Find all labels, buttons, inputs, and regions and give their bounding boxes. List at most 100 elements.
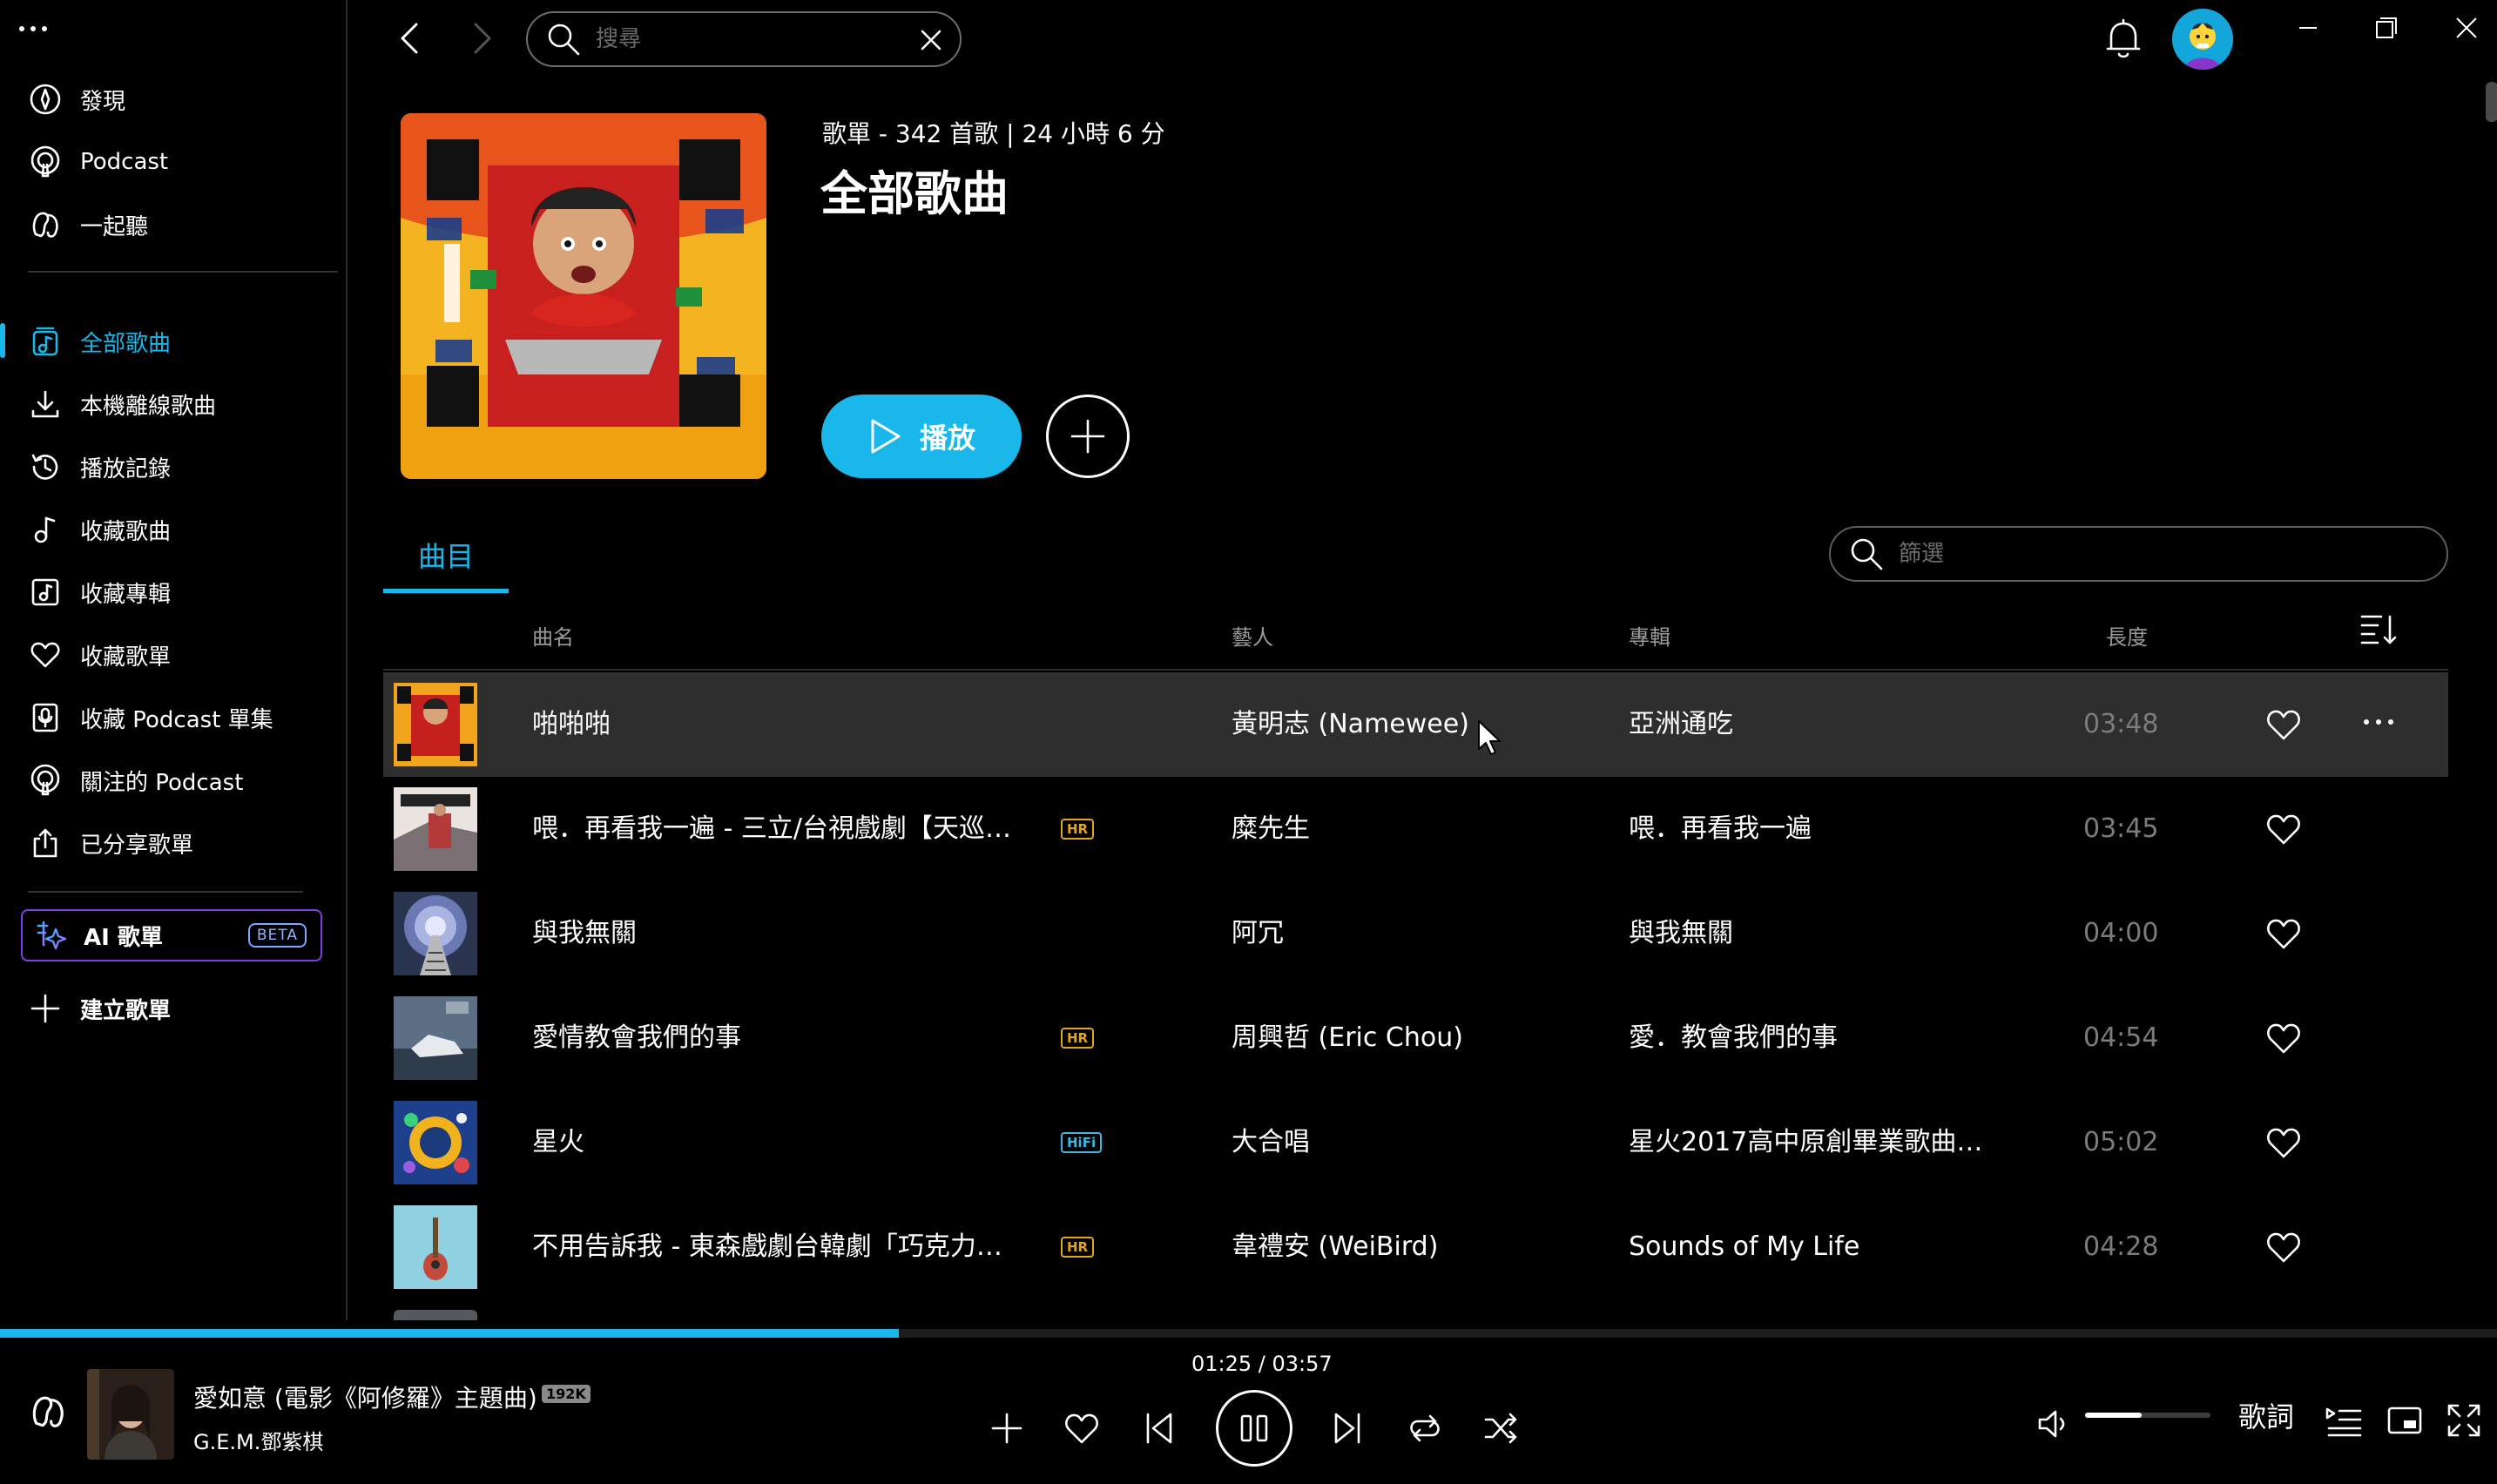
scrollbar-thumb[interactable] (2486, 82, 2497, 122)
sidebar-item-saved-songs[interactable]: 收藏歌曲 (28, 507, 171, 552)
sidebar-item-all-songs[interactable]: 全部歌曲 (28, 319, 171, 364)
track-duration: 03:45 (2083, 813, 2159, 844)
sidebar-item-label: 播放記錄 (80, 455, 172, 482)
sidebar-item-label: 關注的 Podcast (80, 769, 244, 796)
volume-slider[interactable] (2085, 1413, 2210, 1418)
track-artist[interactable]: 黃明志 (Namewee) (1232, 672, 1606, 777)
track-album[interactable]: 喂．再看我一遍 (1629, 777, 1994, 881)
heart-icon (28, 637, 63, 672)
heart-icon[interactable] (2264, 916, 2303, 951)
podcast-icon (28, 763, 63, 798)
repeat-icon[interactable] (1402, 1406, 1448, 1451)
column-header-album[interactable]: 專輯 (1629, 620, 1670, 651)
track-thumbnail (394, 1205, 477, 1289)
track-duration: 05:02 (2083, 1127, 2159, 1157)
mini-player-icon[interactable] (2385, 1400, 2425, 1440)
sidebar-item-label: 一起聽 (80, 213, 149, 240)
table-row[interactable]: 愛情教會我們的事 HR 周興哲 (Eric Chou) 愛．教會我們的事 04:… (383, 986, 2448, 1090)
lyrics-button[interactable]: 歌詞 (2238, 1395, 2294, 1435)
table-row[interactable]: 喂．再看我一遍 - 三立/台視戲劇【天巡者】片尾曲 HR 糜先生 喂．再看我一遍… (383, 777, 2448, 881)
bitrate-badge: 192K (542, 1385, 591, 1403)
heart-icon[interactable] (2264, 1021, 2303, 1056)
sidebar-item-shared-playlists[interactable]: 已分享歌單 (28, 820, 193, 866)
download-icon (28, 387, 63, 422)
table-row[interactable]: 與我無關 阿冗 與我無關 04:00 (383, 881, 2448, 986)
sidebar-item-saved-albums[interactable]: 收藏專輯 (28, 570, 171, 615)
clear-search-icon[interactable] (918, 27, 944, 53)
filter-input[interactable] (1897, 540, 2385, 568)
column-header-title[interactable]: 曲名 (532, 620, 574, 651)
ai-playlist-button[interactable]: AI 歌單 BETA (21, 909, 322, 961)
shuffle-icon[interactable] (1479, 1406, 1524, 1451)
sidebar-item-discover[interactable]: 發現 (28, 77, 125, 122)
column-header-artist[interactable]: 藝人 (1232, 620, 1273, 651)
ai-playlist-label: AI 歌單 (84, 924, 163, 951)
sidebar-item-offline-songs[interactable]: 本機離線歌曲 (28, 381, 216, 427)
track-title: 啪啪啪 (532, 709, 611, 739)
search-bar[interactable] (526, 11, 962, 67)
sidebar-item-followed-podcasts[interactable]: 關注的 Podcast (28, 758, 243, 803)
music-note-icon (28, 512, 63, 547)
table-row[interactable]: 星火 HiFi 大合唱 星火2017高中原創畢業歌曲合輯 05:02 (383, 1090, 2448, 1195)
track-artist[interactable]: 大合唱 (1232, 1090, 1606, 1195)
notification-bell-icon[interactable] (2103, 17, 2143, 61)
volume-icon[interactable] (2035, 1404, 2075, 1444)
previous-track-icon[interactable] (1136, 1406, 1181, 1451)
sidebar-item-saved-podcast-episodes[interactable]: 收藏 Podcast 單集 (28, 695, 273, 740)
heart-icon[interactable] (2264, 1125, 2303, 1160)
sidebar-item-listen-together[interactable]: 一起聽 (28, 202, 148, 247)
sidebar-item-saved-playlists[interactable]: 收藏歌單 (28, 632, 171, 678)
now-playing-artist[interactable]: G.E.M.鄧紫棋 (193, 1425, 323, 1455)
play-button[interactable]: 播放 (821, 395, 1022, 478)
track-thumbnail (394, 787, 477, 871)
next-track-icon[interactable] (1326, 1406, 1371, 1451)
track-album[interactable]: 星火2017高中原創畢業歌曲合輯 (1629, 1090, 1994, 1195)
filter-bar[interactable] (1829, 526, 2448, 582)
sidebar-item-label: 全部歌曲 (80, 330, 172, 357)
app-menu-button[interactable] (19, 17, 59, 40)
table-row[interactable]: 不用告訴我 - 東森戲劇台韓劇「巧克力」片尾曲 HR 韋禮安 (WeiBird)… (383, 1195, 2448, 1299)
minimize-window-button[interactable] (2292, 12, 2324, 44)
track-album[interactable]: 愛．教會我們的事 (1629, 986, 1994, 1090)
heart-icon[interactable] (2264, 1230, 2303, 1265)
close-window-button[interactable] (2451, 12, 2482, 44)
create-playlist-button[interactable]: 建立歌單 (28, 986, 171, 1031)
track-album[interactable]: 亞洲通吃 (1629, 672, 1994, 777)
add-to-playlist-button[interactable] (1046, 395, 1130, 478)
like-heart-icon[interactable] (1059, 1406, 1104, 1451)
track-album[interactable]: 與我無關 (1629, 881, 1994, 986)
column-header-duration[interactable]: 長度 (2106, 620, 2148, 651)
forward-button[interactable] (462, 19, 500, 57)
create-playlist-label: 建立歌單 (80, 997, 172, 1024)
user-avatar[interactable] (2172, 9, 2233, 70)
sidebar-item-podcast[interactable]: Podcast (28, 139, 168, 185)
track-title: 與我無關 (532, 918, 637, 948)
track-duration: 04:28 (2083, 1231, 2159, 1262)
more-options-button[interactable] (2364, 716, 2402, 728)
table-row[interactable]: 啪啪啪 黃明志 (Namewee) 亞洲通吃 03:48 (383, 672, 2448, 777)
restore-window-button[interactable] (2371, 12, 2402, 44)
pause-button[interactable] (1216, 1390, 1292, 1467)
track-artist[interactable]: 周興哲 (Eric Chou) (1232, 986, 1606, 1090)
tab-label: 曲目 (417, 540, 474, 573)
now-playing-title[interactable]: 愛如意 (電影《阿修羅》主題曲) (193, 1379, 537, 1414)
track-duration: 04:00 (2083, 918, 2159, 948)
queue-list-icon[interactable] (2324, 1400, 2364, 1440)
search-input[interactable] (594, 25, 908, 53)
listen-together-icon[interactable] (28, 1392, 68, 1432)
sort-icon[interactable] (2359, 611, 2399, 648)
track-artist[interactable]: 阿冗 (1232, 881, 1606, 986)
tab-tracks[interactable]: 曲目 (383, 526, 509, 594)
progress-bar[interactable] (0, 1329, 2497, 1338)
search-icon (545, 21, 582, 57)
track-album[interactable]: Sounds of My Life (1629, 1195, 1994, 1299)
back-button[interactable] (392, 19, 430, 57)
fullscreen-icon[interactable] (2444, 1400, 2484, 1440)
sidebar-item-history[interactable]: 播放記錄 (28, 444, 171, 489)
heart-icon[interactable] (2264, 812, 2303, 847)
track-artist[interactable]: 糜先生 (1232, 777, 1606, 881)
add-to-playlist-button[interactable] (984, 1406, 1029, 1451)
track-artist[interactable]: 韋禮安 (WeiBird) (1232, 1195, 1606, 1299)
heart-icon[interactable] (2264, 707, 2303, 742)
all-songs-icon (28, 324, 63, 359)
